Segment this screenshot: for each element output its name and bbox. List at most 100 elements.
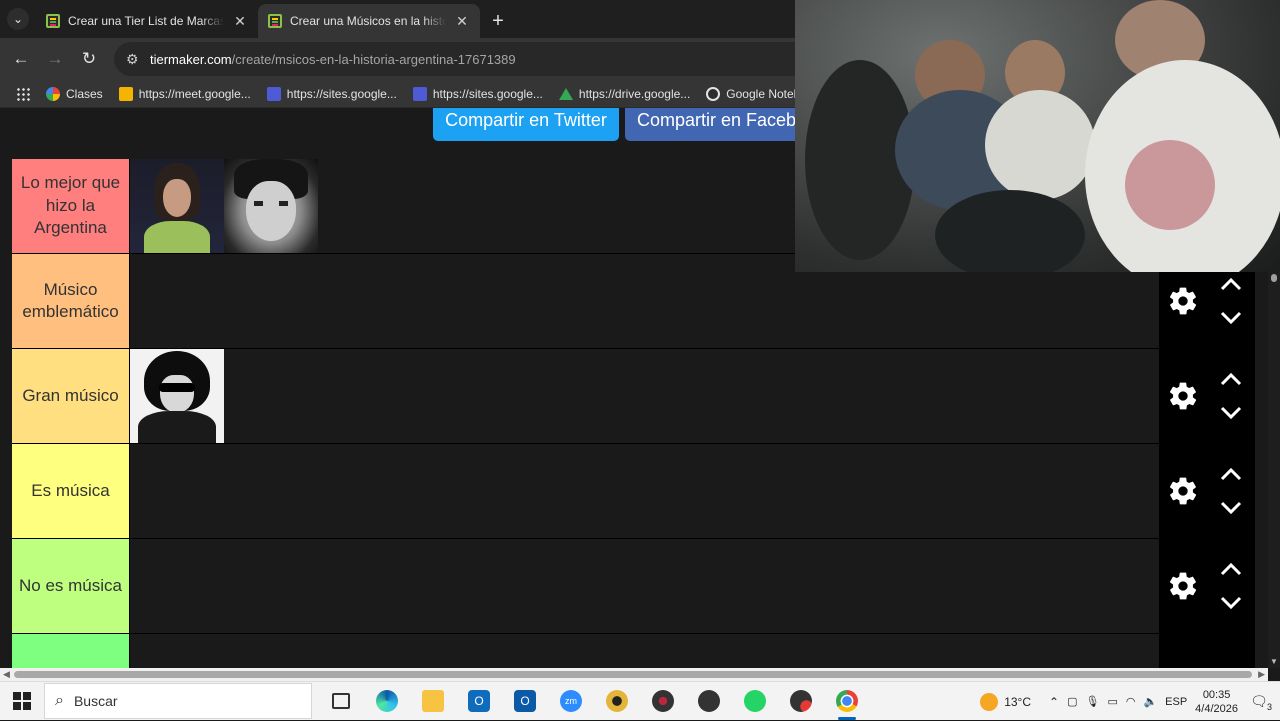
file-explorer-icon[interactable] (410, 682, 456, 721)
close-icon[interactable]: ✕ (454, 13, 470, 30)
bookmark-item[interactable]: Google Notebo (700, 82, 795, 106)
tier-items[interactable] (130, 349, 1255, 443)
bookmark-item[interactable]: Clases (40, 82, 109, 106)
scroll-down-arrow-icon[interactable]: ▼ (1270, 657, 1278, 666)
webcam-overlay (795, 0, 1280, 272)
bookmark-item[interactable]: https://drive.google... (553, 82, 696, 106)
back-arrow-icon[interactable]: ← (4, 42, 38, 76)
wifi-icon[interactable]: ◠ (1126, 695, 1136, 708)
tier-label[interactable]: Lo mejor que hizo la Argentina (12, 159, 130, 253)
forward-arrow-icon[interactable]: → (38, 42, 72, 76)
close-icon[interactable]: ✕ (232, 13, 248, 30)
microphone-icon[interactable]: 🎙 (1085, 695, 1099, 708)
bookmark-item[interactable]: https://meet.google... (113, 82, 257, 106)
volume-icon[interactable]: 🔈 (1143, 695, 1157, 708)
bookmark-label: https://sites.google... (286, 86, 397, 101)
zoom-icon[interactable]: zm (548, 682, 594, 721)
move-arrows (1207, 277, 1255, 325)
battery-icon[interactable]: ▭ (1107, 695, 1117, 708)
gear-icon[interactable] (1159, 475, 1207, 507)
chevron-up-icon[interactable] (1219, 277, 1243, 291)
share-buttons: Compartir en Twitter Compartir en Faceb (433, 108, 800, 141)
share-facebook-button[interactable]: Compartir en Faceb (625, 108, 800, 141)
scroll-left-arrow-icon[interactable]: ◀ (3, 668, 10, 681)
whatsapp-icon[interactable] (732, 682, 778, 721)
chevron-down-icon[interactable] (1219, 311, 1243, 325)
system-tray: 13°C ⌃ ▢ 🎙 ▭ ◠ 🔈 ESP 00:35 4/4/2026 🗨 3 (980, 682, 1280, 721)
taskbar-apps: O O zm (318, 682, 870, 721)
windows-start-button[interactable] (0, 682, 44, 721)
tier-row: Gran músico (12, 349, 1255, 444)
browser-tab-1[interactable]: Crear una Tier List de Marcas de ✕ (36, 4, 258, 38)
app-icon[interactable] (640, 682, 686, 721)
site-settings-icon[interactable]: ⚙ (126, 51, 150, 68)
tier-label[interactable]: Gran músico (12, 349, 130, 443)
tiermaker-favicon-icon (46, 14, 60, 28)
tier-items[interactable] (130, 444, 1255, 538)
edge-icon[interactable] (364, 682, 410, 721)
tier-label[interactable]: Es música (12, 444, 130, 538)
outlook-icon[interactable]: O (456, 682, 502, 721)
gear-icon[interactable] (1159, 380, 1207, 412)
apps-grid-icon (16, 86, 30, 101)
obs-icon[interactable] (686, 682, 732, 721)
obs-recording-icon[interactable] (778, 682, 824, 721)
scroll-right-arrow-icon[interactable]: ▶ (1258, 668, 1265, 681)
tab-search-button[interactable]: ⌄ (0, 0, 36, 38)
share-twitter-button[interactable]: Compartir en Twitter (433, 108, 619, 141)
apps-button[interactable] (10, 82, 36, 106)
clock[interactable]: 00:35 4/4/2026 (1195, 688, 1238, 716)
bookmark-item[interactable]: https://sites.google... (407, 82, 549, 106)
windows-logo-icon (13, 692, 31, 710)
horizontal-scrollbar[interactable]: ◀ ▶ (0, 668, 1268, 681)
taskbar-search[interactable]: ⌕ Buscar (44, 683, 312, 719)
chevron-down-icon[interactable] (1219, 596, 1243, 610)
tier-label[interactable]: Músico emblemático (12, 254, 130, 348)
notifications-button[interactable]: 🗨 3 (1246, 693, 1272, 712)
task-view-icon[interactable] (318, 682, 364, 721)
musician-portrait-2[interactable] (224, 159, 318, 253)
meet-now-icon[interactable]: ▢ (1067, 695, 1077, 708)
app-icon[interactable] (594, 682, 640, 721)
move-arrows (1207, 562, 1255, 610)
scrollbar-thumb[interactable] (1271, 274, 1277, 282)
gear-icon[interactable] (1159, 285, 1207, 317)
move-arrows (1207, 372, 1255, 420)
reload-icon[interactable]: ↻ (72, 42, 106, 76)
chevron-up-icon[interactable] (1219, 372, 1243, 386)
bookmark-label: https://meet.google... (138, 86, 251, 101)
date: 4/4/2026 (1195, 702, 1238, 715)
gear-icon[interactable] (1159, 570, 1207, 602)
musician-portrait-3[interactable] (130, 349, 224, 443)
notification-count: 3 (1266, 702, 1272, 712)
tier-controls (1159, 349, 1255, 443)
musician-portrait-1[interactable] (130, 159, 224, 253)
vertical-scrollbar[interactable]: ▼ (1268, 272, 1280, 668)
search-placeholder: Buscar (73, 693, 118, 709)
tier-label[interactable]: No es música (12, 539, 130, 633)
sites-icon (266, 86, 281, 101)
tier-items[interactable] (130, 539, 1255, 633)
address-bar[interactable]: ⚙ tiermaker.com/create/msicos-en-la-hist… (114, 42, 795, 76)
new-tab-button[interactable]: + (480, 4, 516, 38)
language-indicator[interactable]: ESP (1165, 696, 1187, 708)
chevron-down-icon: ⌄ (7, 8, 29, 30)
bookmark-item[interactable]: https://sites.google... (261, 82, 403, 106)
browser-tab-2[interactable]: Crear una Músicos en la historia ✕ (258, 4, 480, 38)
chevron-up-icon[interactable] (1219, 467, 1243, 481)
tiermaker-favicon-icon (268, 14, 282, 28)
tab-title: Crear una Tier List de Marcas de (68, 14, 224, 28)
scrollbar-thumb[interactable] (14, 671, 1252, 678)
tier-items[interactable] (130, 634, 1255, 668)
chrome-icon[interactable] (824, 682, 870, 721)
classroom-icon (118, 86, 133, 101)
chevron-up-icon[interactable]: ⌃ (1049, 695, 1059, 709)
tier-row: No es música (12, 539, 1255, 634)
chevron-down-icon[interactable] (1219, 501, 1243, 515)
time: 00:35 (1202, 688, 1231, 701)
chevron-up-icon[interactable] (1219, 562, 1243, 576)
weather-widget[interactable]: 13°C (980, 692, 1031, 711)
tier-label[interactable] (12, 634, 130, 668)
outlook-classic-icon[interactable]: O (502, 682, 548, 721)
chevron-down-icon[interactable] (1219, 406, 1243, 420)
